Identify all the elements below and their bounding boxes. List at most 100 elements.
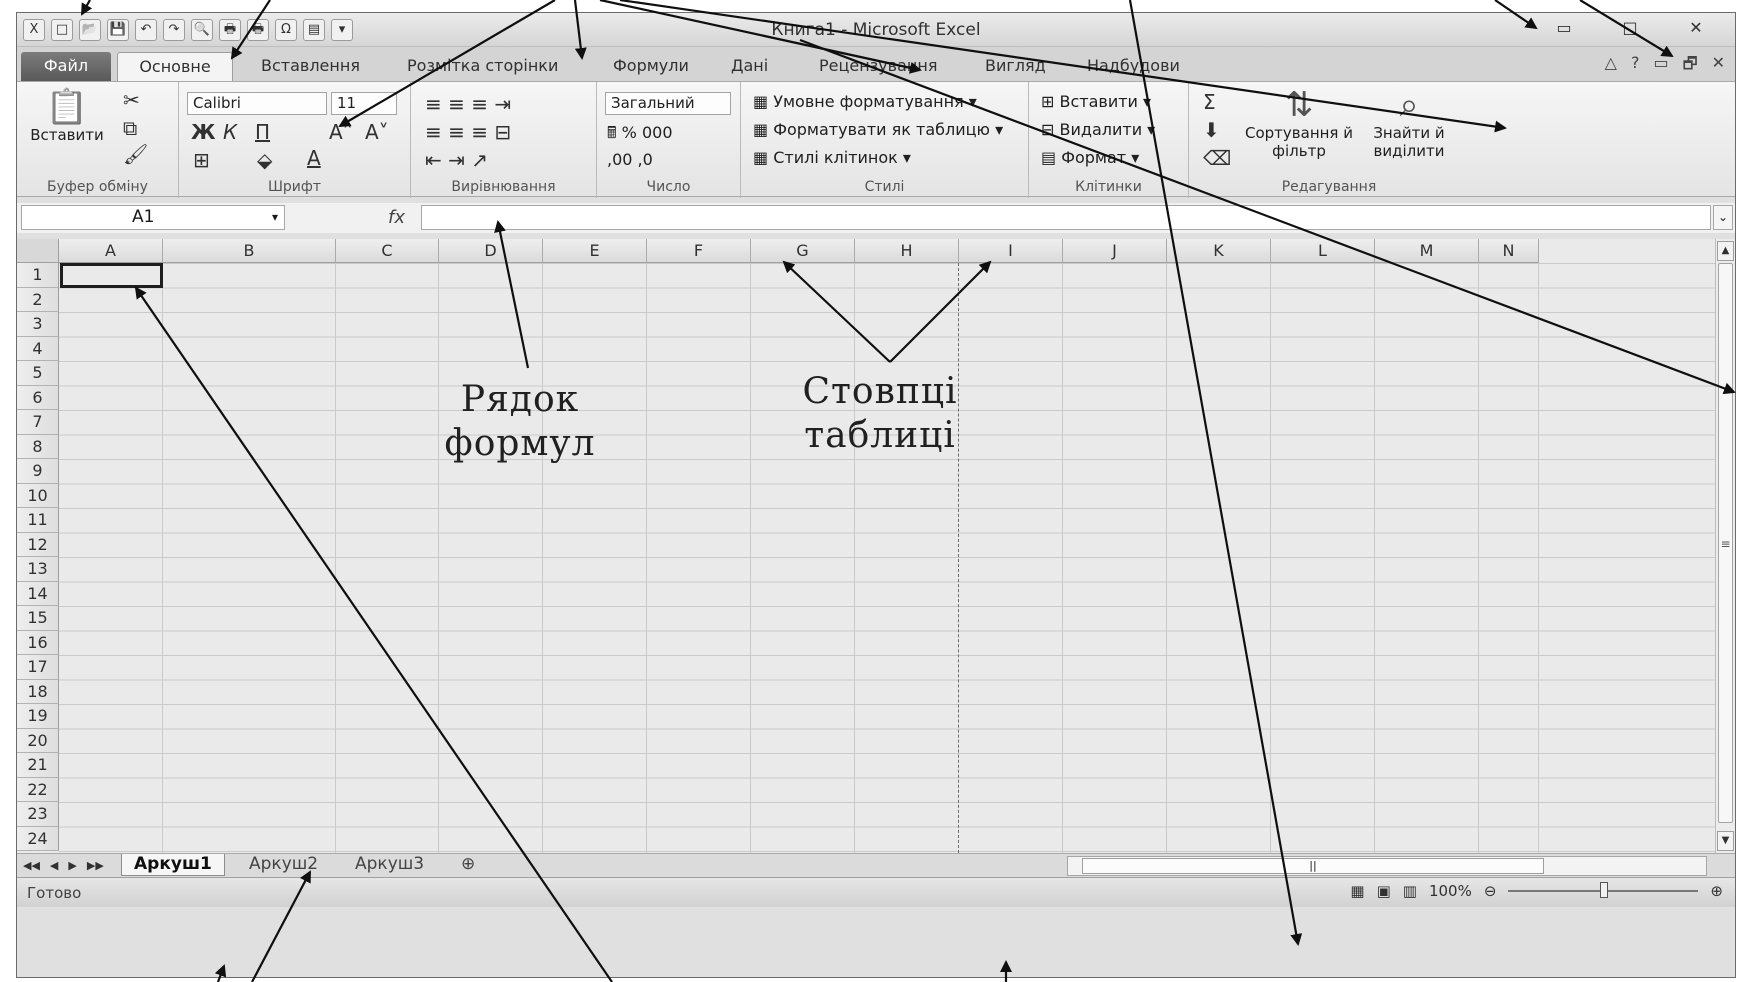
delete-cells-button[interactable]: ⊟ Видалити ▾ xyxy=(1041,120,1155,139)
tab-data[interactable]: Дані xyxy=(721,52,778,81)
scroll-down-icon[interactable]: ▼ xyxy=(1717,831,1734,851)
grow-font-icon[interactable]: A˄ xyxy=(329,120,353,144)
row-header-10[interactable]: 10 xyxy=(17,483,59,508)
column-header-c[interactable]: C xyxy=(336,239,439,263)
column-header-a[interactable]: A xyxy=(59,239,163,263)
first-sheet-icon[interactable]: ◀◀ xyxy=(23,856,40,876)
clear-icon[interactable]: ⌫ xyxy=(1203,146,1231,170)
row-header-6[interactable]: 6 xyxy=(17,385,59,410)
column-header-k[interactable]: K xyxy=(1167,239,1271,263)
horizontal-scrollbar[interactable]: || xyxy=(1067,856,1707,876)
row-header-17[interactable]: 17 xyxy=(17,655,59,680)
shrink-font-icon[interactable]: A˅ xyxy=(365,120,389,144)
row-header-8[interactable]: 8 xyxy=(17,434,59,459)
vertical-scroll-thumb[interactable]: ≡ xyxy=(1718,263,1733,823)
format-painter-icon[interactable]: 🖌 xyxy=(123,142,148,166)
insert-cells-button[interactable]: ⊞ Вставити ▾ xyxy=(1041,92,1151,111)
column-header-n[interactable]: N xyxy=(1479,239,1539,263)
conditional-formatting-button[interactable]: ▦ Умовне форматування ▾ xyxy=(753,92,977,111)
row-header-14[interactable]: 14 xyxy=(17,581,59,606)
row-header-11[interactable]: 11 xyxy=(17,508,59,533)
last-sheet-icon[interactable]: ▶▶ xyxy=(87,856,104,876)
row-header-23[interactable]: 23 xyxy=(17,802,59,827)
minimize-ribbon-icon[interactable]: △ xyxy=(1605,53,1617,80)
maximize-icon[interactable]: □ xyxy=(1599,17,1661,41)
expand-formula-bar-icon[interactable]: ⌄ xyxy=(1713,205,1733,230)
column-header-l[interactable]: L xyxy=(1271,239,1375,263)
name-box-dropdown-icon[interactable]: ▾ xyxy=(272,206,278,229)
minimize-icon[interactable]: ▭ xyxy=(1533,17,1595,41)
italic-icon[interactable]: К xyxy=(223,120,237,144)
row-header-4[interactable]: 4 xyxy=(17,336,59,361)
row-header-15[interactable]: 15 xyxy=(17,606,59,631)
zoom-in-icon[interactable]: ⊕ xyxy=(1710,882,1723,900)
format-as-table-button[interactable]: ▦ Форматувати як таблицю ▾ xyxy=(753,120,1003,139)
prev-sheet-icon[interactable]: ◀ xyxy=(50,856,58,876)
row-header-12[interactable]: 12 xyxy=(17,532,59,557)
row-header-22[interactable]: 22 xyxy=(17,777,59,802)
column-header-e[interactable]: E xyxy=(543,239,647,263)
row-header-7[interactable]: 7 xyxy=(17,410,59,435)
align-horizontal-icons[interactable]: ≡ ≡ ≡ ⊟ xyxy=(425,120,511,144)
row-header-2[interactable]: 2 xyxy=(17,287,59,312)
zoom-slider[interactable] xyxy=(1508,882,1699,898)
tab-view[interactable]: Вигляд xyxy=(975,52,1056,81)
bold-icon[interactable]: Ж xyxy=(191,120,215,144)
row-header-3[interactable]: 3 xyxy=(17,312,59,337)
sheet-tab-2[interactable]: Аркуш2 xyxy=(237,854,330,876)
name-box[interactable]: A1 ▾ xyxy=(21,205,285,230)
tab-formulas[interactable]: Формули xyxy=(603,52,699,81)
active-cell[interactable] xyxy=(60,263,163,288)
doc-close-icon[interactable]: ✕ xyxy=(1712,53,1725,80)
worksheet-grid[interactable]: ABCDEFGHIJKLMN 1 2 3 4 5 6 7 8 9 10 11 12 13 14 15 16 17… xyxy=(17,239,1717,853)
row-header-13[interactable]: 13 xyxy=(17,557,59,582)
tab-home[interactable]: Основне xyxy=(117,52,233,81)
column-header-b[interactable]: B xyxy=(163,239,336,263)
tab-page-layout[interactable]: Розмітка сторінки xyxy=(397,52,568,81)
zoom-level[interactable]: 100% xyxy=(1429,882,1472,900)
formula-input[interactable] xyxy=(421,205,1711,230)
font-size-combo[interactable]: 11 xyxy=(331,92,397,115)
vertical-scrollbar[interactable]: ▲ ≡ ▼ xyxy=(1715,239,1735,853)
next-sheet-icon[interactable]: ▶ xyxy=(68,856,76,876)
tab-addins[interactable]: Надбудови xyxy=(1077,52,1190,81)
tab-file[interactable]: Файл xyxy=(21,52,111,81)
sheet-tab-1[interactable]: Аркуш1 xyxy=(121,854,225,876)
tab-insert[interactable]: Вставлення xyxy=(251,52,370,81)
row-header-16[interactable]: 16 xyxy=(17,630,59,655)
page-break-view-icon[interactable]: ▥ xyxy=(1403,882,1417,900)
find-select-button[interactable]: ⌕ Знайти й виділити xyxy=(1359,86,1459,160)
column-header-i[interactable]: I xyxy=(959,239,1063,263)
autosum-icon[interactable]: Σ xyxy=(1203,90,1216,114)
cut-icon[interactable]: ✂ xyxy=(123,88,140,112)
sheet-tab-3[interactable]: Аркуш3 xyxy=(343,854,436,876)
column-header-j[interactable]: J xyxy=(1063,239,1167,263)
row-header-9[interactable]: 9 xyxy=(17,459,59,484)
normal-view-icon[interactable]: ▦ xyxy=(1350,882,1364,900)
column-header-g[interactable]: G xyxy=(751,239,855,263)
row-header-24[interactable]: 24 xyxy=(17,826,59,851)
column-header-d[interactable]: D xyxy=(439,239,543,263)
sort-filter-button[interactable]: ⇅ Сортування й фільтр xyxy=(1245,86,1353,160)
font-name-combo[interactable]: Calibri xyxy=(187,92,327,115)
close-icon[interactable]: ✕ xyxy=(1665,17,1727,41)
column-header-f[interactable]: F xyxy=(647,239,751,263)
row-header-18[interactable]: 18 xyxy=(17,679,59,704)
indent-orientation-icons[interactable]: ⇤ ⇥ ↗ xyxy=(425,148,488,172)
zoom-out-icon[interactable]: ⊖ xyxy=(1484,882,1497,900)
fill-down-icon[interactable]: ⬇ xyxy=(1203,118,1220,142)
number-format-icons[interactable]: 🖩 % 000 xyxy=(607,122,673,149)
font-color-icon[interactable]: A xyxy=(307,146,321,170)
scroll-up-icon[interactable]: ▲ xyxy=(1717,241,1734,261)
help-icon[interactable]: ? xyxy=(1631,53,1640,80)
cell-styles-button[interactable]: ▦ Стилі клітинок ▾ xyxy=(753,148,911,167)
doc-restore-icon[interactable]: 🗗 xyxy=(1683,53,1698,80)
align-vertical-icons[interactable]: ≡ ≡ ≡ ⇥ xyxy=(425,92,511,116)
paste-button[interactable]: 📋 Вставити xyxy=(23,88,111,144)
row-header-21[interactable]: 21 xyxy=(17,753,59,778)
doc-minimize-icon[interactable]: ▭ xyxy=(1653,53,1668,80)
column-header-h[interactable]: H xyxy=(855,239,959,263)
cells-area[interactable] xyxy=(59,263,1717,853)
row-header-5[interactable]: 5 xyxy=(17,361,59,386)
row-header-1[interactable]: 1 xyxy=(17,263,59,288)
